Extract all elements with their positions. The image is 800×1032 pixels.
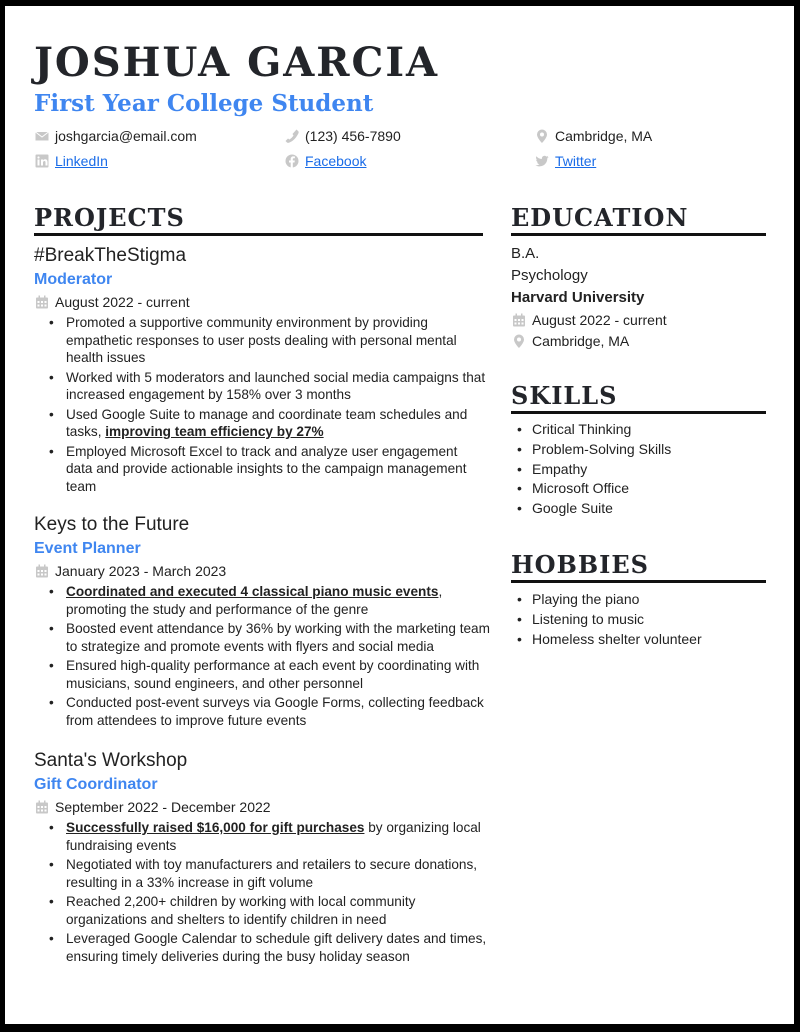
facebook-icon	[285, 154, 299, 168]
project-role: Gift Coordinator	[34, 776, 158, 793]
project-bullets: Promoted a supportive community environm…	[35, 314, 486, 497]
project-dates: August 2022 - current	[35, 293, 190, 311]
location-text: Cambridge, MA	[555, 128, 653, 144]
calendar-icon	[512, 313, 526, 327]
bullet-item: Promoted a supportive community environm…	[49, 314, 486, 367]
email-text: joshgarcia@email.com	[55, 128, 197, 144]
skill-item: Microsoft Office	[517, 479, 671, 499]
bullet-item: Ensured high-quality performance at each…	[49, 657, 491, 692]
hobby-item: Listening to music	[517, 610, 702, 630]
field-of-study: Psychology	[511, 267, 588, 284]
bullet-item: Reached 2,200+ children by working with …	[49, 893, 491, 928]
school-name: Harvard University	[511, 289, 645, 306]
bullet-item: Worked with 5 moderators and launched so…	[49, 369, 486, 404]
project-dates: January 2023 - March 2023	[35, 562, 226, 580]
calendar-icon	[35, 800, 49, 814]
dates-text: August 2022 - current	[55, 294, 190, 310]
map-pin-icon	[535, 129, 549, 143]
skill-item: Google Suite	[517, 499, 671, 519]
project-name: #BreakTheStigma	[34, 245, 187, 266]
dates-text: September 2022 - December 2022	[55, 799, 271, 815]
bullet-item: Leveraged Google Calendar to schedule gi…	[49, 930, 491, 965]
skill-item: Empathy	[517, 460, 671, 480]
bullet-item: Coordinated and executed 4 classical pia…	[49, 583, 491, 618]
facebook-link[interactable]: Facebook	[305, 151, 366, 171]
linkedin-link[interactable]: LinkedIn	[55, 151, 108, 171]
map-pin-icon	[512, 334, 526, 348]
dates-text: January 2023 - March 2023	[55, 563, 227, 579]
twitter-link[interactable]: Twitter	[555, 151, 596, 171]
twitter-icon	[535, 155, 549, 167]
contact-email: joshgarcia@email.com	[35, 126, 197, 146]
contact-phone: (123) 456-7890	[285, 126, 401, 146]
bullet-item: Employed Microsoft Excel to track and an…	[49, 443, 486, 496]
contact-facebook: Facebook	[285, 151, 366, 171]
contact-linkedin: LinkedIn	[35, 151, 108, 171]
skills-heading: SKILLS	[511, 381, 766, 414]
degree: B.A.	[511, 245, 540, 262]
candidate-name: JOSHUA GARCIA	[34, 39, 440, 86]
projects-heading: PROJECTS	[34, 203, 483, 236]
bullet-item: Conducted post-event surveys via Google …	[49, 694, 491, 729]
candidate-title: First Year College Student	[34, 90, 374, 117]
contact-twitter: Twitter	[535, 151, 596, 171]
project-bullets: Coordinated and executed 4 classical pia…	[35, 583, 491, 731]
hobby-item: Playing the piano	[517, 590, 702, 610]
skills-list: Critical Thinking Problem-Solving Skills…	[511, 420, 671, 519]
education-heading: EDUCATION	[511, 203, 766, 236]
phone-text: (123) 456-7890	[305, 128, 401, 144]
project-role: Event Planner	[34, 540, 141, 557]
project-name: Keys to the Future	[34, 514, 190, 535]
education-dates: August 2022 - current	[512, 311, 667, 329]
project-bullets: Successfully raised $16,000 for gift pur…	[35, 819, 491, 967]
project-dates: September 2022 - December 2022	[35, 798, 271, 816]
resume-page: JOSHUA GARCIA First Year College Student…	[5, 6, 794, 1024]
project-name: Santa's Workshop	[34, 750, 188, 771]
bullet-item: Successfully raised $16,000 for gift pur…	[49, 819, 491, 854]
skill-item: Critical Thinking	[517, 420, 671, 440]
phone-icon	[285, 129, 299, 143]
hobbies-heading: HOBBIES	[511, 550, 766, 583]
dates-text: August 2022 - current	[532, 312, 667, 328]
bullet-item: Boosted event attendance by 36% by worki…	[49, 620, 491, 655]
bullet-item: Used Google Suite to manage and coordina…	[49, 406, 486, 441]
contact-location: Cambridge, MA	[535, 126, 652, 146]
linkedin-icon	[35, 154, 49, 168]
hobby-item: Homeless shelter volunteer	[517, 630, 702, 650]
calendar-icon	[35, 295, 49, 309]
calendar-icon	[35, 564, 49, 578]
project-role: Moderator	[34, 271, 113, 288]
education-location: Cambridge, MA	[512, 332, 629, 350]
location-text: Cambridge, MA	[532, 333, 630, 349]
bullet-item: Negotiated with toy manufacturers and re…	[49, 856, 491, 891]
envelope-icon	[35, 131, 49, 141]
hobbies-list: Playing the piano Listening to music Hom…	[511, 590, 702, 649]
skill-item: Problem-Solving Skills	[517, 440, 671, 460]
